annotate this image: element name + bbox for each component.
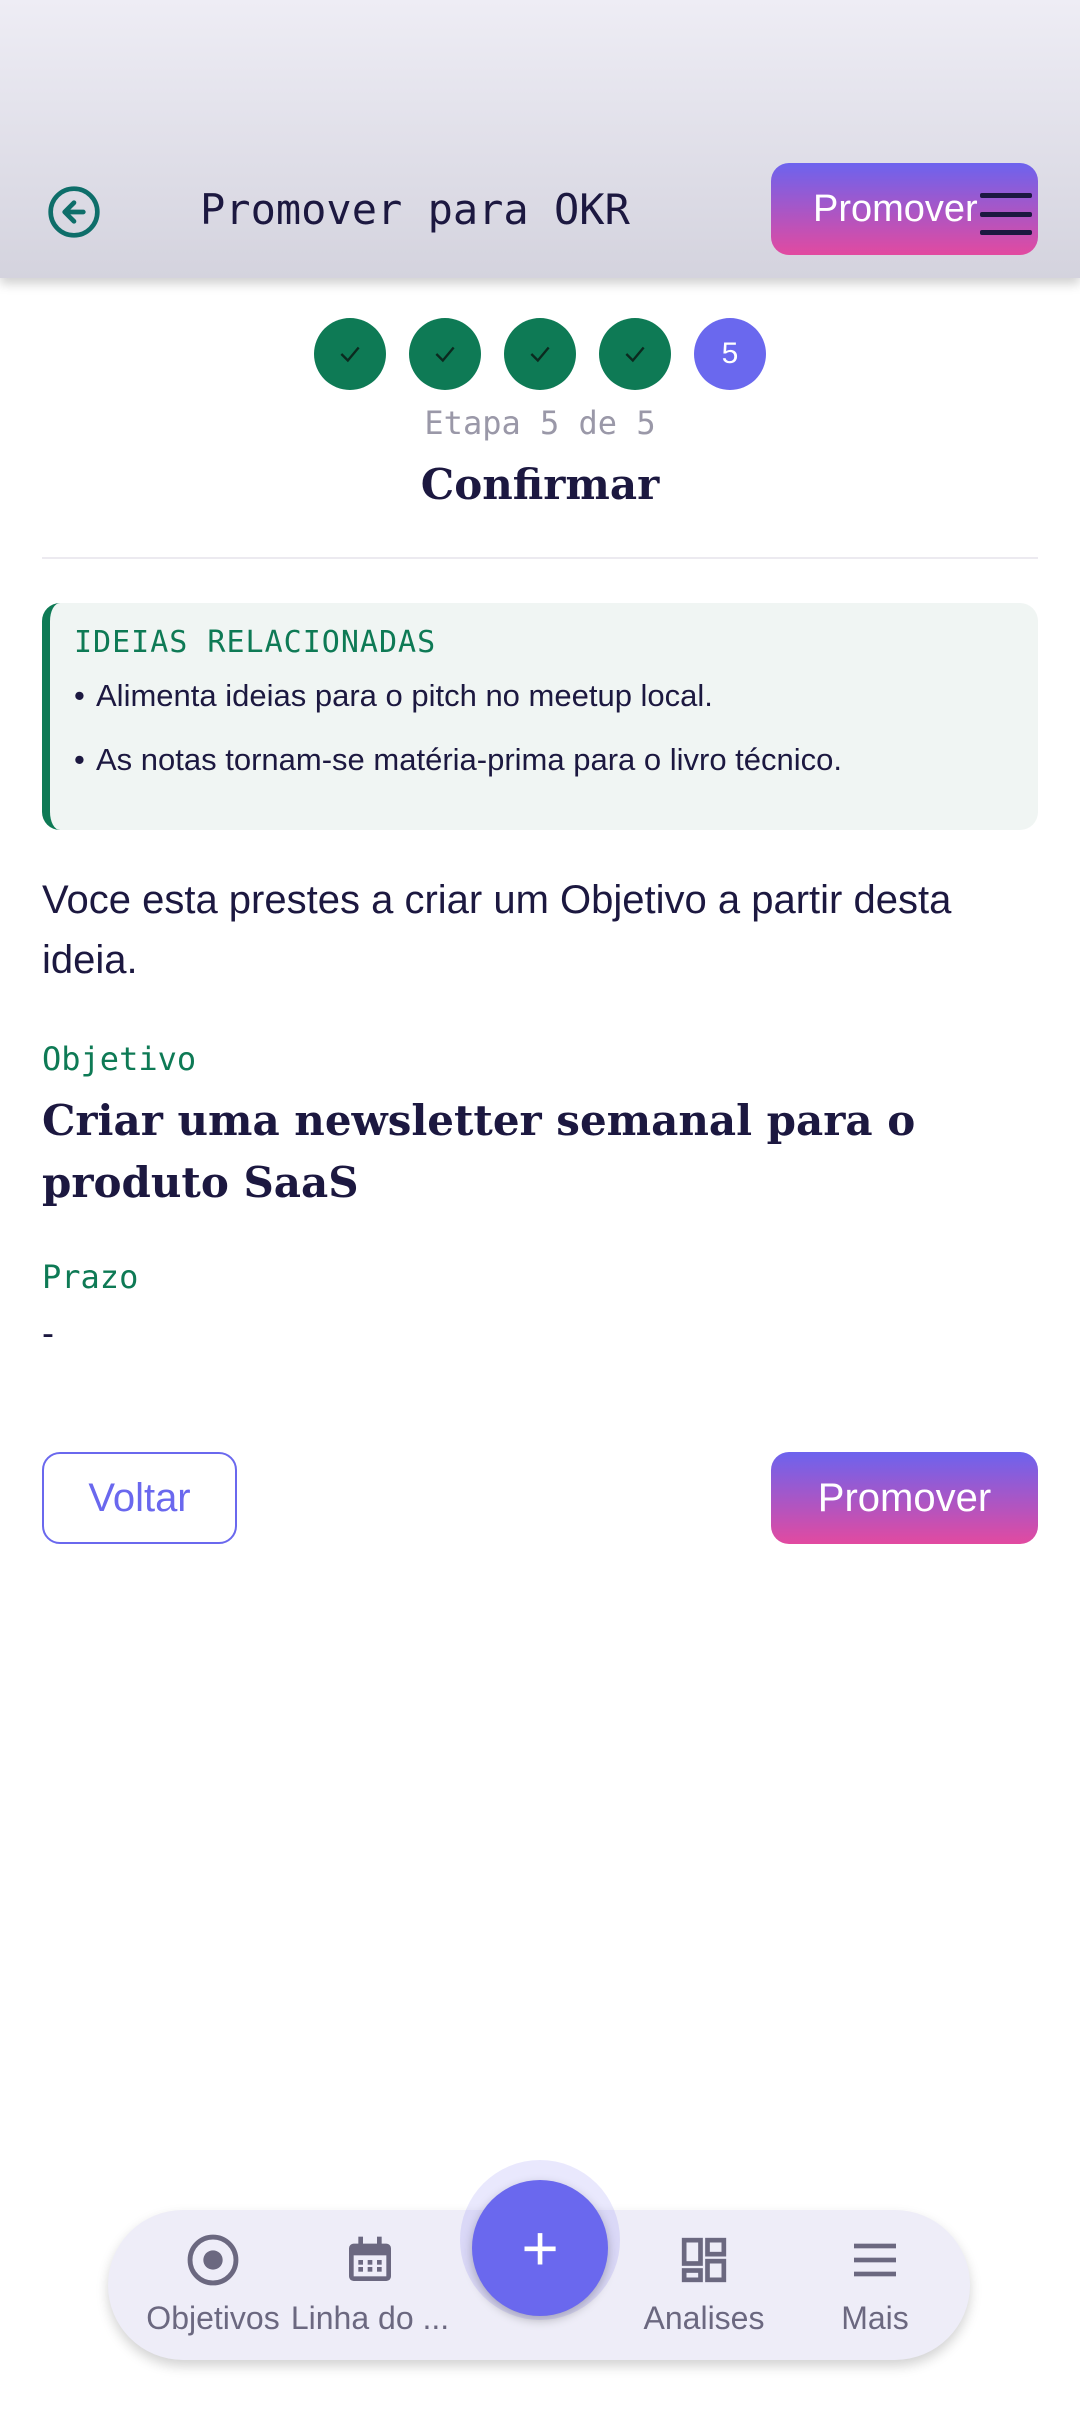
check-icon <box>340 346 360 363</box>
check-icon <box>435 346 455 363</box>
stepper: 5 <box>314 318 766 390</box>
calendar-icon <box>349 2236 391 2281</box>
step-5-current: 5 <box>694 318 766 390</box>
step-3-complete <box>504 318 576 390</box>
menu-bar <box>980 230 1032 235</box>
dashboard-icon <box>681 2237 727 2283</box>
back-arrow-icon <box>48 186 100 238</box>
top-app-bar: Promover para OKR Promover <box>0 0 1080 278</box>
back-arrow-button[interactable] <box>40 178 108 246</box>
list-item: • As notas tornam-se matéria-prima para … <box>74 742 1014 778</box>
promote-button[interactable]: Promover <box>771 1452 1038 1544</box>
related-item-text: As notas tornam-se matéria-prima para o … <box>96 742 843 777</box>
plus-icon: + <box>521 2212 559 2284</box>
target-icon <box>187 2234 239 2286</box>
divider <box>42 557 1038 559</box>
step-1-complete <box>314 318 386 390</box>
menu-icon <box>854 2243 896 2277</box>
deadline-label: Prazo <box>42 1258 139 1296</box>
step-2-complete <box>409 318 481 390</box>
menu-bar <box>980 211 1032 217</box>
list-item: • Alimenta ideias para o pitch no meetup… <box>74 678 1014 714</box>
menu-bar <box>980 193 1032 198</box>
check-icon <box>530 346 550 363</box>
step-title: Confirmar <box>420 460 660 509</box>
nav-label: Mais <box>841 2300 909 2336</box>
nav-label: Linha do ... <box>290 2300 450 2336</box>
related-ideas-title: IDEIAS RELACIONADAS <box>74 625 437 660</box>
nav-item-linha-do-tempo[interactable]: Linha do ... <box>285 2228 455 2337</box>
related-ideas-card: IDEIAS RELACIONADAS • Alimenta ideias pa… <box>42 603 1038 830</box>
step-4-complete <box>599 318 671 390</box>
deadline-value: - <box>42 1312 54 1353</box>
nav-label: Objetivos <box>146 2300 280 2336</box>
objective-label: Objetivo <box>42 1040 197 1078</box>
step-caption: Etapa 5 de 5 <box>424 404 656 442</box>
nav-item-mais[interactable]: Mais <box>790 2228 960 2337</box>
check-icon <box>625 346 645 363</box>
related-item-text: Alimenta ideias para o pitch no meetup l… <box>96 678 713 713</box>
nav-item-analises[interactable]: Analises <box>619 2228 789 2337</box>
bullet: • <box>74 742 85 777</box>
bullet: • <box>74 678 85 713</box>
page-title: Promover para OKR <box>200 185 630 234</box>
back-button[interactable]: Voltar <box>42 1452 237 1544</box>
add-fab-button[interactable]: + <box>472 2180 608 2316</box>
intro-text: Voce esta prestes a criar um Objetivo a … <box>42 878 952 982</box>
nav-item-objetivos[interactable]: Objetivos <box>128 2228 298 2337</box>
hamburger-menu-button[interactable] <box>980 193 1032 235</box>
nav-label: Analises <box>643 2300 765 2336</box>
objective-value: Criar uma newsletter semanal para o prod… <box>42 1096 916 1207</box>
